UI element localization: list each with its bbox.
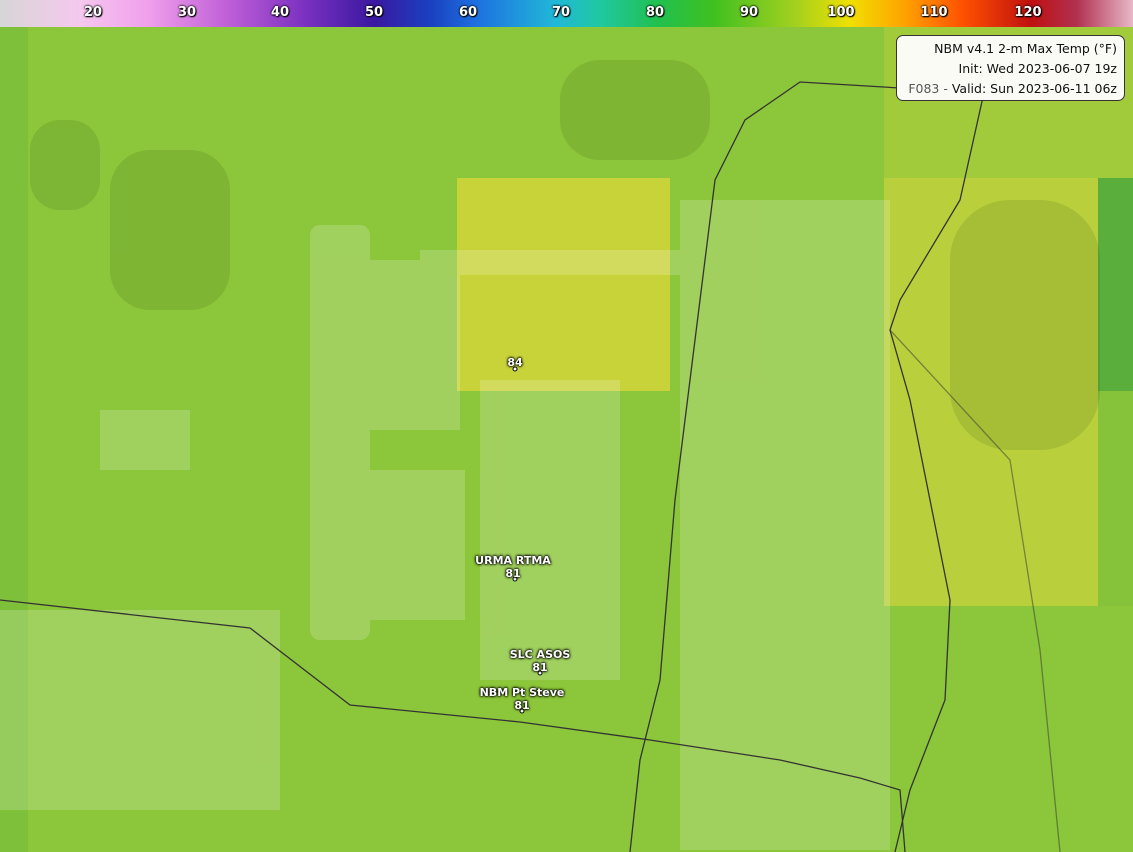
map-info-box: NBM v4.1 2-m Max Temp (°F) Init: Wed 202… <box>896 35 1125 101</box>
valid-time-line: F083 - Valid: Sun 2023-06-11 06z <box>904 79 1117 99</box>
colorbar-tick: 110 <box>920 5 948 20</box>
station-value: 81 <box>505 567 521 580</box>
colorbar-tick: 40 <box>270 5 290 20</box>
station-name: URMA RTMA <box>475 554 551 567</box>
station-value: 81 <box>532 661 548 674</box>
init-time: Init: Wed 2023-06-07 19z <box>958 61 1117 76</box>
colorbar-tick: 100 <box>827 5 855 20</box>
colorbar-tick: 20 <box>83 5 103 20</box>
colorbar-tick: 30 <box>177 5 197 20</box>
field-cell-84 <box>457 178 670 391</box>
colorbar-tick: 80 <box>645 5 665 20</box>
colorbar-tick: 50 <box>364 5 384 20</box>
station-label-slc-asos[interactable]: SLC ASOS 81 <box>510 648 571 674</box>
station-value: 81 <box>514 699 530 712</box>
colorbar-tick: 120 <box>1014 5 1042 20</box>
temperature-map[interactable] <box>0 0 1133 852</box>
colorbar-tick: 90 <box>739 5 759 20</box>
separator: - <box>939 81 952 96</box>
station-label-nbm-pt-steve[interactable]: NBM Pt Steve 81 <box>480 686 565 712</box>
station-label-urma-rtma[interactable]: URMA RTMA 81 <box>475 554 551 580</box>
field-cell-80-east <box>1098 391 1133 606</box>
field-cell-78-east <box>1098 178 1133 391</box>
station-name: NBM Pt Steve <box>479 686 565 699</box>
station-name: SLC ASOS <box>509 648 571 661</box>
valid-time: Valid: Sun 2023-06-11 06z <box>951 81 1117 96</box>
station-value: 84 <box>507 356 523 369</box>
colorbar-tick: 60 <box>458 5 478 20</box>
colorbar-tick: 70 <box>551 5 571 20</box>
product-title: NBM v4.1 2-m Max Temp (°F) <box>934 41 1117 56</box>
station-label-grid-point[interactable]: 84 <box>507 356 522 369</box>
forecast-hour: F083 <box>908 81 940 96</box>
